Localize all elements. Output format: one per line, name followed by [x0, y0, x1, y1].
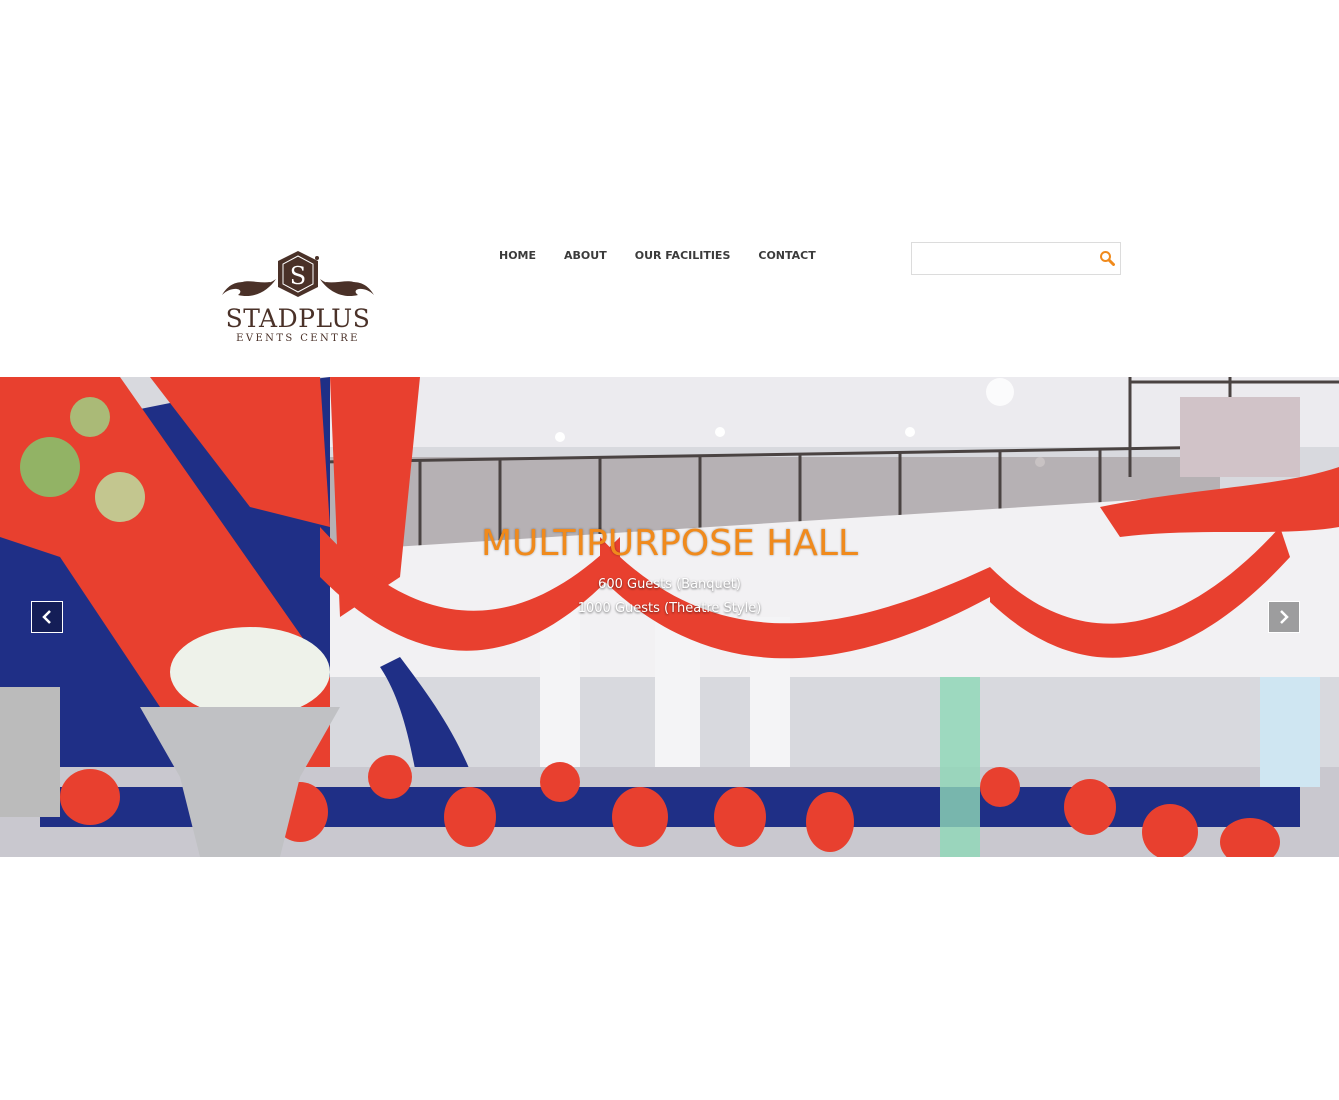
- site-header: S STADPLUS EVENTS CENTRE HOME ABOUT OUR …: [0, 230, 1339, 377]
- search-box: [911, 242, 1121, 275]
- slide-caption-line: 600 Guests (Banquet): [598, 577, 741, 592]
- hero-slider: MULTIPURPOSE HALL 600 Guests (Banquet) 1…: [0, 377, 1339, 857]
- slider-prev-button[interactable]: [31, 601, 63, 633]
- search-icon[interactable]: [1099, 250, 1115, 266]
- nav-about[interactable]: ABOUT: [550, 246, 621, 265]
- nav-contact[interactable]: CONTACT: [744, 246, 829, 265]
- logo-text: STADPLUS EVENTS CENTRE: [218, 305, 378, 345]
- search-input[interactable]: [912, 243, 1098, 272]
- nav-home[interactable]: HOME: [485, 246, 550, 265]
- logo-emblem-icon: S: [222, 251, 374, 297]
- slider-next-button[interactable]: [1268, 601, 1300, 633]
- main-nav: HOME ABOUT OUR FACILITIES CONTACT: [485, 246, 830, 265]
- slide-caption-line: 1000 Guests (Theatre Style): [577, 601, 762, 616]
- chevron-right-icon: [1280, 610, 1289, 624]
- svg-text:S: S: [290, 262, 306, 290]
- hall-photo: [0, 377, 1339, 857]
- nav-our-facilities[interactable]: OUR FACILITIES: [621, 246, 745, 265]
- logo[interactable]: S STADPLUS EVENTS CENTRE: [218, 249, 378, 347]
- logo-name: STADPLUS: [225, 304, 371, 333]
- chevron-left-icon: [42, 610, 51, 624]
- logo-subtitle: EVENTS CENTRE: [236, 333, 360, 344]
- slide-title: MULTIPURPOSE HALL: [480, 523, 859, 564]
